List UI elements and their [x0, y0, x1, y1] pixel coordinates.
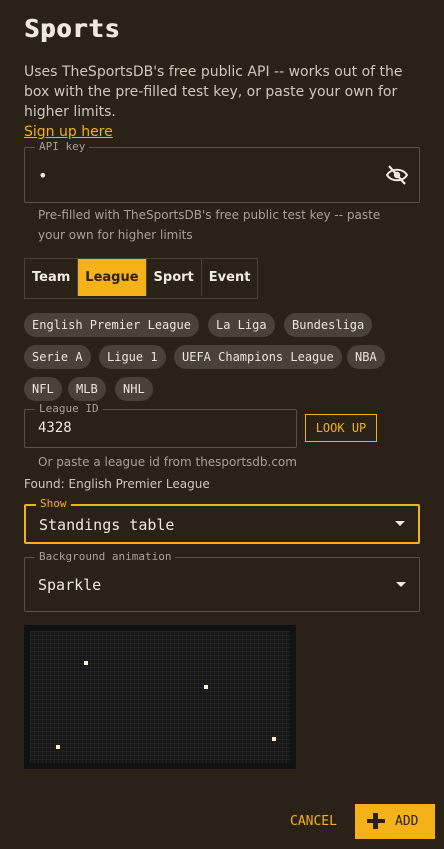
animation-preview [24, 625, 296, 769]
tab-event[interactable]: Event [202, 259, 258, 296]
add-label: ADD [395, 814, 419, 829]
league-id-helper: Or paste a league id from thesportsdb.co… [38, 455, 297, 469]
animation-select[interactable]: Background animation Sparkle [24, 550, 420, 612]
signup-link[interactable]: Sign up here [24, 122, 424, 142]
cancel-button[interactable]: CANCEL [290, 814, 337, 829]
animation-value: Sparkle [38, 576, 102, 594]
chip-serie-a[interactable]: Serie A [24, 345, 91, 369]
api-key-label: API key [35, 140, 90, 153]
show-value: Standings table [39, 516, 175, 534]
chip-nfl[interactable]: NFL [24, 377, 62, 401]
plus-icon [367, 813, 385, 829]
description-text: Uses TheSportsDB's free public API -- wo… [24, 64, 403, 120]
sparkle-dot [56, 745, 60, 749]
chip-bundesliga[interactable]: Bundesliga [284, 313, 373, 337]
description: Uses TheSportsDB's free public API -- wo… [24, 62, 424, 142]
add-button[interactable]: ADD [355, 804, 435, 839]
chip-nhl[interactable]: NHL [115, 377, 153, 401]
mode-tabs: Team League Sport Event [24, 258, 259, 299]
chip-english-premier-league[interactable]: English Premier League [24, 313, 199, 337]
league-id-label: League ID [35, 402, 103, 415]
api-key-input[interactable]: • [38, 166, 48, 185]
chevron-down-icon [396, 581, 406, 587]
sparkle-dot [272, 737, 276, 741]
show-label: Show [36, 497, 71, 510]
api-key-field[interactable]: API key • [24, 140, 420, 203]
show-select[interactable]: Show Standings table [24, 497, 420, 544]
sparkle-dot [84, 661, 88, 665]
tab-sport[interactable]: Sport [147, 259, 202, 296]
api-key-helper: Pre-filled with TheSportsDB's free publi… [38, 208, 381, 242]
chip-ligue-1[interactable]: Ligue 1 [99, 345, 166, 369]
chip-mlb[interactable]: MLB [68, 377, 106, 401]
preview-grid [30, 631, 290, 763]
chip-nba[interactable]: NBA [347, 345, 385, 369]
look-up-button[interactable]: LOOK UP [305, 414, 377, 442]
chevron-down-icon [395, 521, 405, 526]
chip-uefa-champions-league[interactable]: UEFA Champions League [174, 345, 342, 369]
league-id-input[interactable]: 4328 [38, 420, 72, 436]
sparkle-dot [204, 685, 208, 689]
animation-label: Background animation [35, 550, 176, 563]
widget-title: Sports [24, 14, 121, 43]
league-id-field[interactable]: League ID 4328 [24, 402, 297, 448]
tab-league[interactable]: League [78, 259, 147, 296]
eye-off-icon[interactable] [385, 165, 409, 185]
chip-la-liga[interactable]: La Liga [208, 313, 275, 337]
tab-team[interactable]: Team [25, 259, 79, 296]
found-status: Found: English Premier League [24, 477, 210, 491]
